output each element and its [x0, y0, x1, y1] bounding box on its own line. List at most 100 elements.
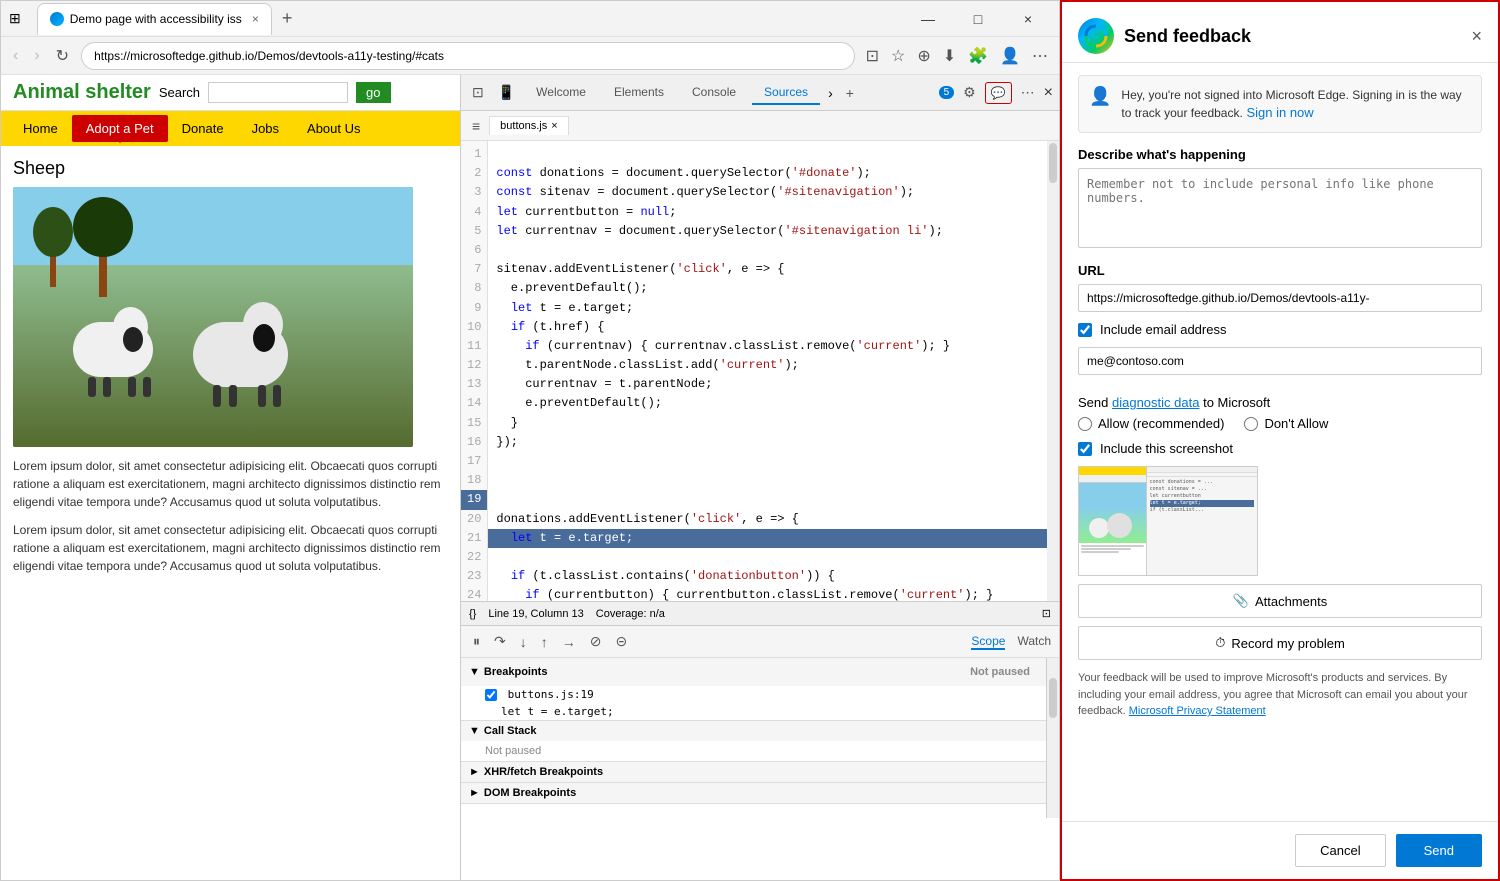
attachments-button[interactable]: 📎 Attachments [1078, 584, 1482, 618]
cancel-button[interactable]: Cancel [1295, 834, 1385, 867]
record-problem-button[interactable]: ⏱ Record my problem [1078, 626, 1482, 660]
tab-elements[interactable]: Elements [602, 81, 676, 105]
record-label: Record my problem [1231, 636, 1344, 651]
expand-icon[interactable]: ⊡ [1042, 607, 1051, 620]
allow-radio-option[interactable]: Allow (recommended) [1078, 416, 1224, 431]
breakpoints-section: ▼ Breakpoints Not paused buttons.js:19 l… [461, 658, 1046, 721]
scope-tab[interactable]: Scope [971, 634, 1005, 650]
dom-label: DOM Breakpoints [484, 787, 576, 799]
code-content[interactable]: const donations = document.querySelector… [488, 141, 1047, 601]
minimize-button[interactable]: — [905, 4, 951, 34]
file-tab-close-icon[interactable]: × [551, 120, 557, 132]
active-tab[interactable]: Demo page with accessibility iss × [37, 3, 272, 35]
step-out-button[interactable]: ↑ [537, 632, 552, 652]
tab-close-icon[interactable]: × [252, 12, 259, 26]
privacy-link[interactable]: Microsoft Privacy Statement [1129, 705, 1266, 717]
site-body-text-1: Lorem ipsum dolor, sit amet consectetur … [13, 457, 448, 511]
site-go-button[interactable]: go [356, 82, 390, 103]
tab-title: Demo page with accessibility iss [70, 12, 242, 26]
breakpoints-header[interactable]: ▼ Breakpoints Not paused [461, 658, 1046, 686]
step-into-button[interactable]: ↓ [516, 632, 531, 652]
collections-icon[interactable]: ⊕ [914, 43, 933, 69]
site-nav: Home Adopt a Pet Donate Jobs About Us [1, 111, 460, 146]
extensions-icon[interactable]: 🧩 [965, 43, 991, 69]
more-tabs-icon[interactable]: › [824, 85, 837, 101]
cast-icon[interactable]: ⊡ [863, 43, 882, 69]
site-search-input[interactable] [208, 82, 348, 103]
screenshot-checkbox-row: Include this screenshot [1078, 441, 1482, 456]
breakpoint-location: buttons.js:19 [508, 688, 594, 701]
xhr-header[interactable]: ► XHR/fetch Breakpoints [461, 762, 1046, 782]
nav-item-about[interactable]: About Us [293, 115, 374, 142]
add-tab-icon[interactable]: + [841, 82, 859, 104]
allow-label: Allow (recommended) [1098, 416, 1224, 431]
webpage-panel: Animal shelter Search go Home Adopt a Pe… [1, 75, 461, 880]
maximize-button[interactable]: □ [955, 4, 1001, 34]
call-stack-label: Call Stack [484, 725, 537, 737]
send-button[interactable]: Send [1396, 834, 1482, 867]
step-over-button[interactable]: ↷ [490, 631, 510, 652]
dont-allow-radio-option[interactable]: Don't Allow [1244, 416, 1328, 431]
devtools-inspect-icon[interactable]: ⊡ [467, 81, 489, 104]
diagnostic-to-text: to Microsoft [1203, 395, 1270, 410]
refresh-button[interactable]: ↻ [52, 42, 73, 70]
code-scrollbar[interactable] [1047, 141, 1059, 601]
file-tree-icon[interactable]: ≡ [467, 115, 485, 137]
new-tab-button[interactable]: + [276, 6, 299, 31]
debug-scrollbar[interactable] [1047, 658, 1059, 818]
allow-radio[interactable] [1078, 417, 1092, 431]
nav-item-home[interactable]: Home [9, 115, 72, 142]
devtools-toolbar: ⊡ 📱 Welcome Elements Console Sources › +… [461, 75, 1059, 111]
download-icon[interactable]: ⬇ [940, 43, 959, 69]
dom-header[interactable]: ► DOM Breakpoints [461, 783, 1046, 803]
url-input[interactable] [1078, 284, 1482, 312]
nav-item-adopt[interactable]: Adopt a Pet [72, 115, 168, 142]
devtools-close-button[interactable]: × [1044, 84, 1053, 102]
close-window-button[interactable]: × [1005, 4, 1051, 34]
devtools-device-icon[interactable]: 📱 [493, 81, 520, 104]
file-tab-name: buttons.js [500, 120, 547, 132]
tab-welcome[interactable]: Welcome [524, 81, 598, 105]
more-options-icon[interactable]: ⋯ [1016, 81, 1040, 104]
debug-toolbar: ⏸ ↷ ↓ ↑ → ⊘ ⊝ Scope Watch [461, 626, 1059, 658]
site-header: Animal shelter Search go [1, 75, 460, 111]
email-input[interactable] [1078, 347, 1482, 375]
settings-icon[interactable]: ⋯ [1029, 43, 1051, 69]
profile-icon[interactable]: 👤 [997, 43, 1023, 69]
feedback-close-button[interactable]: × [1471, 26, 1482, 47]
dont-pause-exceptions-button[interactable]: ⊝ [611, 631, 631, 652]
describe-textarea[interactable] [1078, 168, 1482, 248]
feedback-header: Send feedback × [1062, 2, 1498, 63]
search-label: Search [159, 85, 200, 100]
animal-name: Sheep [13, 158, 448, 179]
sidebar-toggle-icon[interactable]: ⊞ [9, 10, 21, 27]
back-button[interactable]: ‹ [9, 43, 22, 69]
screenshot-preview: const donations = ... const sitenav = ..… [1078, 466, 1258, 576]
settings-cog-icon[interactable]: ⚙ [958, 81, 981, 104]
dont-allow-label: Don't Allow [1264, 416, 1328, 431]
screenshot-checkbox[interactable] [1078, 442, 1092, 456]
feedback-panel: Send feedback × 👤 Hey, you're not signed… [1060, 0, 1500, 881]
nav-item-jobs[interactable]: Jobs [238, 115, 293, 142]
diagnostic-link[interactable]: diagnostic data [1112, 395, 1199, 410]
breakpoints-chevron-icon: ▼ [469, 666, 480, 678]
feedback-icon[interactable]: 💬 [985, 82, 1012, 104]
breakpoint-code: let t = e.target; [485, 705, 614, 718]
tab-console[interactable]: Console [680, 81, 748, 105]
nav-item-donate[interactable]: Donate [168, 115, 238, 142]
favorites-icon[interactable]: ☆ [888, 43, 908, 69]
deactivate-breakpoints-button[interactable]: ⊘ [586, 631, 606, 652]
watch-tab[interactable]: Watch [1017, 634, 1051, 650]
tab-sources[interactable]: Sources [752, 81, 820, 105]
signin-link[interactable]: Sign in now [1246, 105, 1313, 120]
address-input[interactable] [81, 42, 855, 70]
include-email-checkbox[interactable] [1078, 323, 1092, 337]
file-tab-buttons[interactable]: buttons.js × [489, 116, 569, 135]
forward-button[interactable]: › [30, 43, 43, 69]
breakpoint-checkbox[interactable] [485, 689, 497, 701]
step-button[interactable]: → [558, 632, 580, 652]
issues-badge[interactable]: 5 [939, 86, 955, 99]
pause-button[interactable]: ⏸ [469, 631, 484, 652]
call-stack-header[interactable]: ▼ Call Stack [461, 721, 1046, 741]
dont-allow-radio[interactable] [1244, 417, 1258, 431]
